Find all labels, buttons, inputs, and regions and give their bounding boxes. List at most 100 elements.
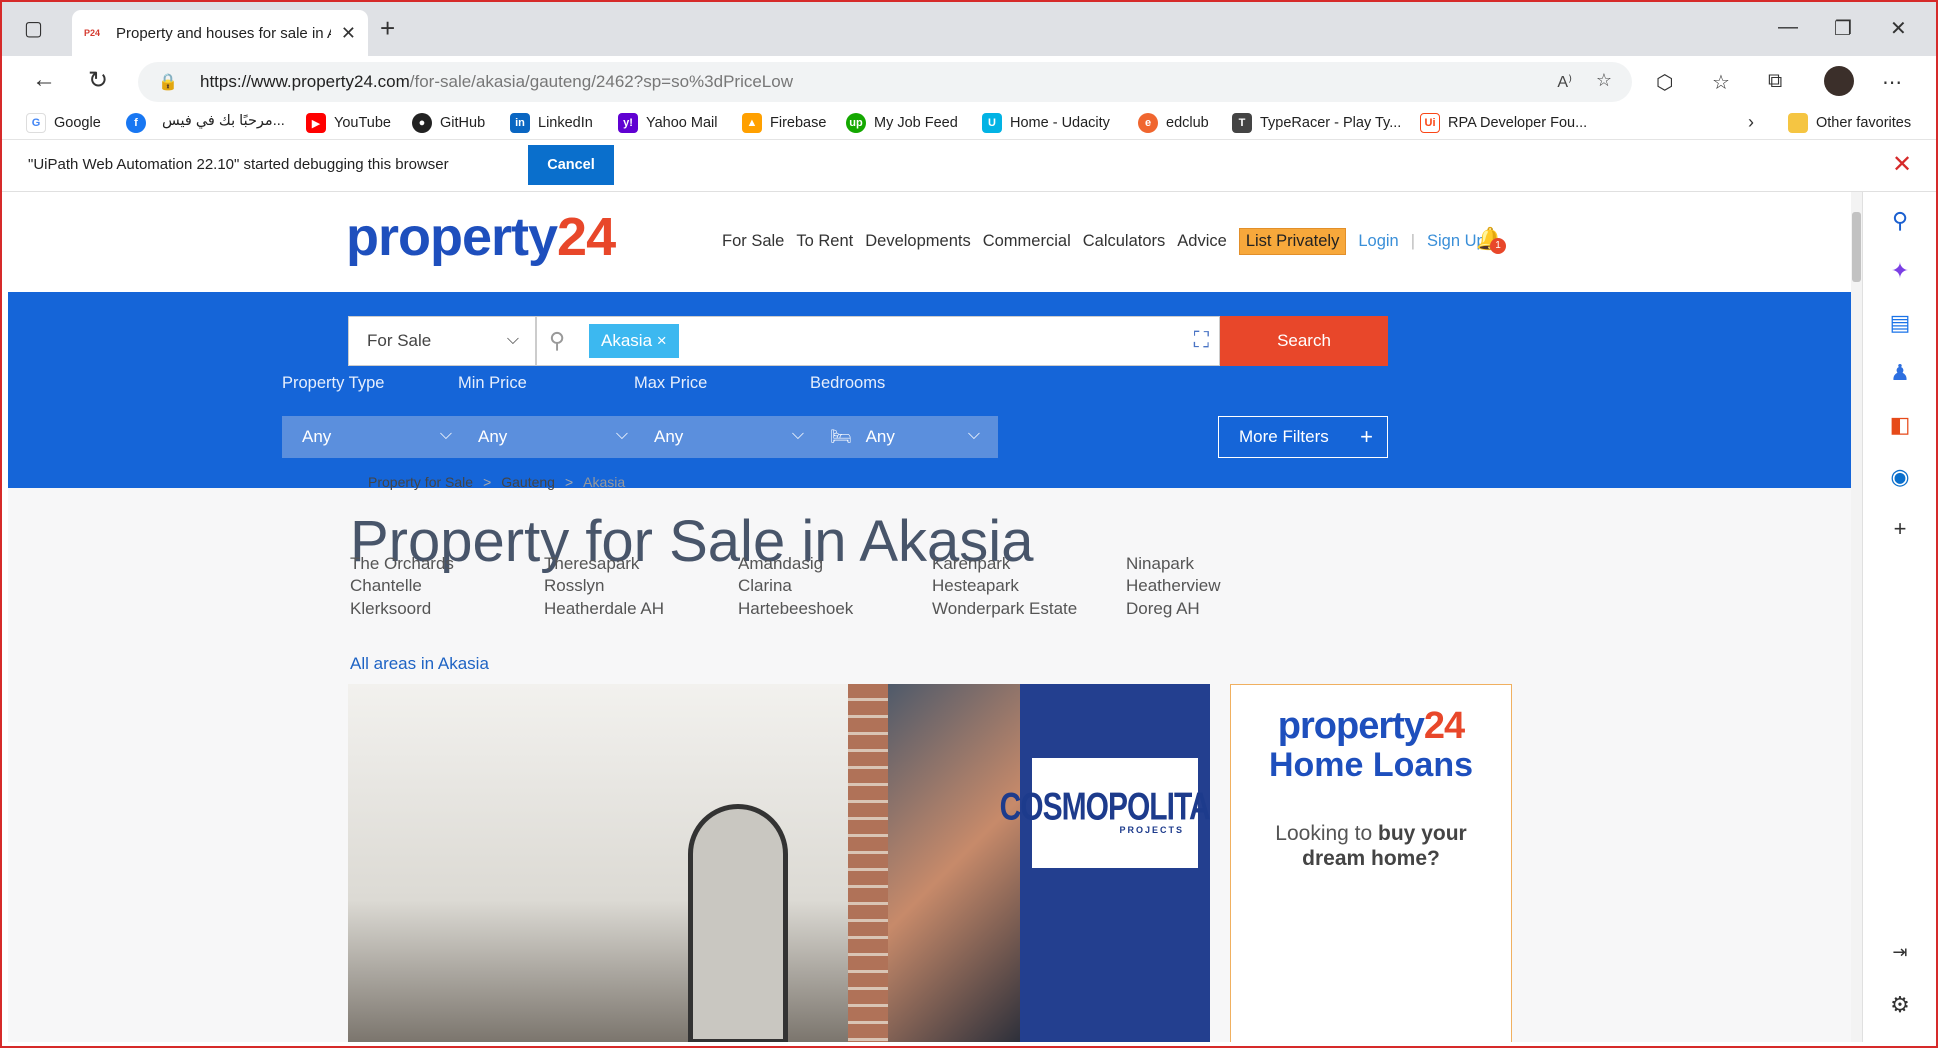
scrollbar-thumb[interactable] (1852, 212, 1861, 282)
chevron-down-icon: ⌵ (506, 331, 519, 348)
area-link[interactable]: The Orchards (350, 554, 454, 574)
tab-close-icon[interactable]: ✕ (341, 23, 356, 44)
refresh-icon[interactable]: ↻ (88, 66, 108, 95)
property-type-select[interactable]: Any ⌵ (282, 416, 470, 458)
tab-actions-icon[interactable]: ▢ (24, 16, 43, 41)
max-price-select[interactable]: Any ⌵ (634, 416, 822, 458)
site-header: property24 For Sale To Rent Developments… (8, 192, 1851, 292)
area-link[interactable]: Clarina (738, 576, 792, 596)
area-link[interactable]: Klerksoord (350, 599, 431, 619)
chevron-down-icon: ⌵ (615, 426, 628, 443)
home-loans-ad[interactable]: property24 Home Loans Looking to buy you… (1230, 684, 1512, 1042)
area-link[interactable]: Doreg AH (1126, 599, 1200, 619)
address-bar[interactable]: 🔒 https://www.property24.com/for-sale/ak… (138, 62, 1632, 102)
nav-calculators[interactable]: Calculators (1083, 232, 1166, 255)
bookmark-item[interactable]: y! Yahoo Mail (618, 113, 717, 133)
site-logo[interactable]: property24 (346, 206, 616, 268)
cancel-debug-button[interactable]: Cancel (528, 145, 614, 185)
nav-to-rent[interactable]: To Rent (796, 232, 853, 255)
area-link[interactable]: Wonderpark Estate (932, 599, 1077, 619)
edclub-icon: e (1138, 113, 1158, 133)
bedrooms-select[interactable]: 🛏 Any ⌵ (810, 416, 998, 458)
breadcrumb-separator: > (483, 474, 492, 490)
window-close-button[interactable]: ✕ (1890, 16, 1907, 41)
map-search-icon[interactable]: ⛶ (1194, 327, 1209, 353)
chevron-right-icon[interactable]: › (1748, 112, 1754, 133)
promo-banner[interactable]: COSMOPOLITAN PROJECTS (348, 684, 1210, 1042)
back-icon[interactable]: ← (32, 66, 56, 94)
games-icon[interactable]: ♟ (1885, 360, 1915, 386)
area-link[interactable]: Amandasig (738, 554, 823, 574)
profile-avatar[interactable] (1824, 66, 1854, 96)
minimize-button[interactable]: — (1778, 16, 1798, 39)
favorites-icon[interactable]: ☆ (1712, 70, 1730, 95)
breadcrumb-item[interactable]: Property for Sale (368, 474, 473, 490)
nav-advice[interactable]: Advice (1177, 232, 1227, 255)
github-icon: ● (412, 113, 432, 133)
infobar-close-icon[interactable]: ✕ (1892, 150, 1912, 179)
settings-gear-icon[interactable]: ⚙ (1885, 992, 1915, 1018)
extensions-icon[interactable]: ⬡ (1656, 70, 1673, 95)
more-menu-icon[interactable]: ⋯ (1882, 70, 1902, 95)
brand-panel: COSMOPOLITAN PROJECTS (1000, 684, 1210, 1042)
nav-for-sale[interactable]: For Sale (722, 232, 784, 255)
list-privately-button[interactable]: List Privately (1238, 228, 1347, 255)
chevron-down-icon: ⌵ (439, 426, 452, 443)
bookmark-item[interactable]: G Google (26, 113, 101, 133)
bookmark-item[interactable]: e edclub (1138, 113, 1209, 133)
notification-bell-icon[interactable]: 🔔 1 (1476, 226, 1506, 254)
nav-developments[interactable]: Developments (865, 232, 970, 255)
bookmark-item[interactable]: f (126, 113, 146, 133)
page-scrollbar[interactable] (1851, 192, 1862, 1042)
location-chip[interactable]: Akasia × (589, 324, 679, 358)
more-filters-button[interactable]: More Filters + (1218, 416, 1388, 458)
bookmark-item[interactable]: Ui RPA Developer Fou... (1420, 113, 1587, 133)
breadcrumb-item[interactable]: Gauteng (501, 474, 555, 490)
read-aloud-icon[interactable]: A⁾ (1557, 72, 1572, 92)
bookmark-item[interactable]: T TypeRacer - Play Ty... (1232, 113, 1401, 133)
copilot-icon[interactable]: ✦ (1885, 258, 1915, 284)
bookmark-item[interactable]: مرحبًا بك في فيس... (162, 113, 285, 129)
filter-label: Min Price (458, 374, 527, 392)
tools-icon[interactable]: ▤ (1885, 310, 1915, 336)
area-link[interactable]: Ninapark (1126, 554, 1194, 574)
lock-icon[interactable]: 🔒 (158, 72, 178, 92)
collections-icon[interactable]: ⧉ (1768, 70, 1782, 93)
login-link[interactable]: Login (1358, 232, 1398, 255)
area-link[interactable]: Hartebeeshoek (738, 599, 853, 619)
min-price-select[interactable]: Any ⌵ (458, 416, 646, 458)
area-link[interactable]: Chantelle (350, 576, 422, 596)
chip-remove-icon[interactable]: × (657, 331, 667, 350)
outlook-icon[interactable]: ◉ (1885, 464, 1915, 490)
search-button[interactable]: Search (1220, 316, 1388, 366)
area-link[interactable]: Theresapark (544, 554, 639, 574)
add-favorite-icon[interactable]: ☆ (1596, 70, 1612, 91)
area-link[interactable]: Hesteapark (932, 576, 1019, 596)
bookmark-item[interactable]: ▲ Firebase (742, 113, 826, 133)
url-text: https://www.property24.com/for-sale/akas… (200, 72, 793, 91)
location-search-input[interactable]: ⚲ Akasia × ⛶ (536, 316, 1220, 366)
area-link[interactable]: Rosslyn (544, 576, 604, 596)
area-link[interactable]: Heatherdale AH (544, 599, 664, 619)
youtube-icon: ▶ (306, 113, 326, 133)
add-sidebar-icon[interactable]: + (1885, 516, 1915, 542)
listing-type-select[interactable]: For Sale ⌵ (348, 316, 536, 366)
browser-tab[interactable]: P24 Property and houses for sale in A ✕ (72, 10, 368, 56)
search-icon[interactable]: ⚲ (1885, 208, 1915, 234)
new-tab-button[interactable]: + (380, 14, 395, 42)
office-icon[interactable]: ◧ (1885, 412, 1915, 438)
bookmark-item[interactable]: U Home - Udacity (982, 113, 1110, 133)
area-link[interactable]: Heatherview (1126, 576, 1221, 596)
hide-sidebar-icon[interactable]: ⇥ (1885, 942, 1915, 963)
other-favorites[interactable]: Other favorites (1788, 113, 1911, 133)
bookmark-item[interactable]: up My Job Feed (846, 113, 958, 133)
bookmark-item[interactable]: in LinkedIn (510, 113, 593, 133)
bookmark-item[interactable]: ● GitHub (412, 113, 485, 133)
all-areas-link[interactable]: All areas in Akasia (350, 654, 489, 674)
upwork-icon: up (846, 113, 866, 133)
nav-commercial[interactable]: Commercial (983, 232, 1071, 255)
search-panel: For Sale ⌵ ⚲ Akasia × ⛶ Search Property T… (8, 292, 1851, 488)
area-link[interactable]: Karenpark (932, 554, 1010, 574)
bookmark-item[interactable]: ▶ YouTube (306, 113, 391, 133)
restore-button[interactable]: ❐ (1834, 16, 1852, 41)
